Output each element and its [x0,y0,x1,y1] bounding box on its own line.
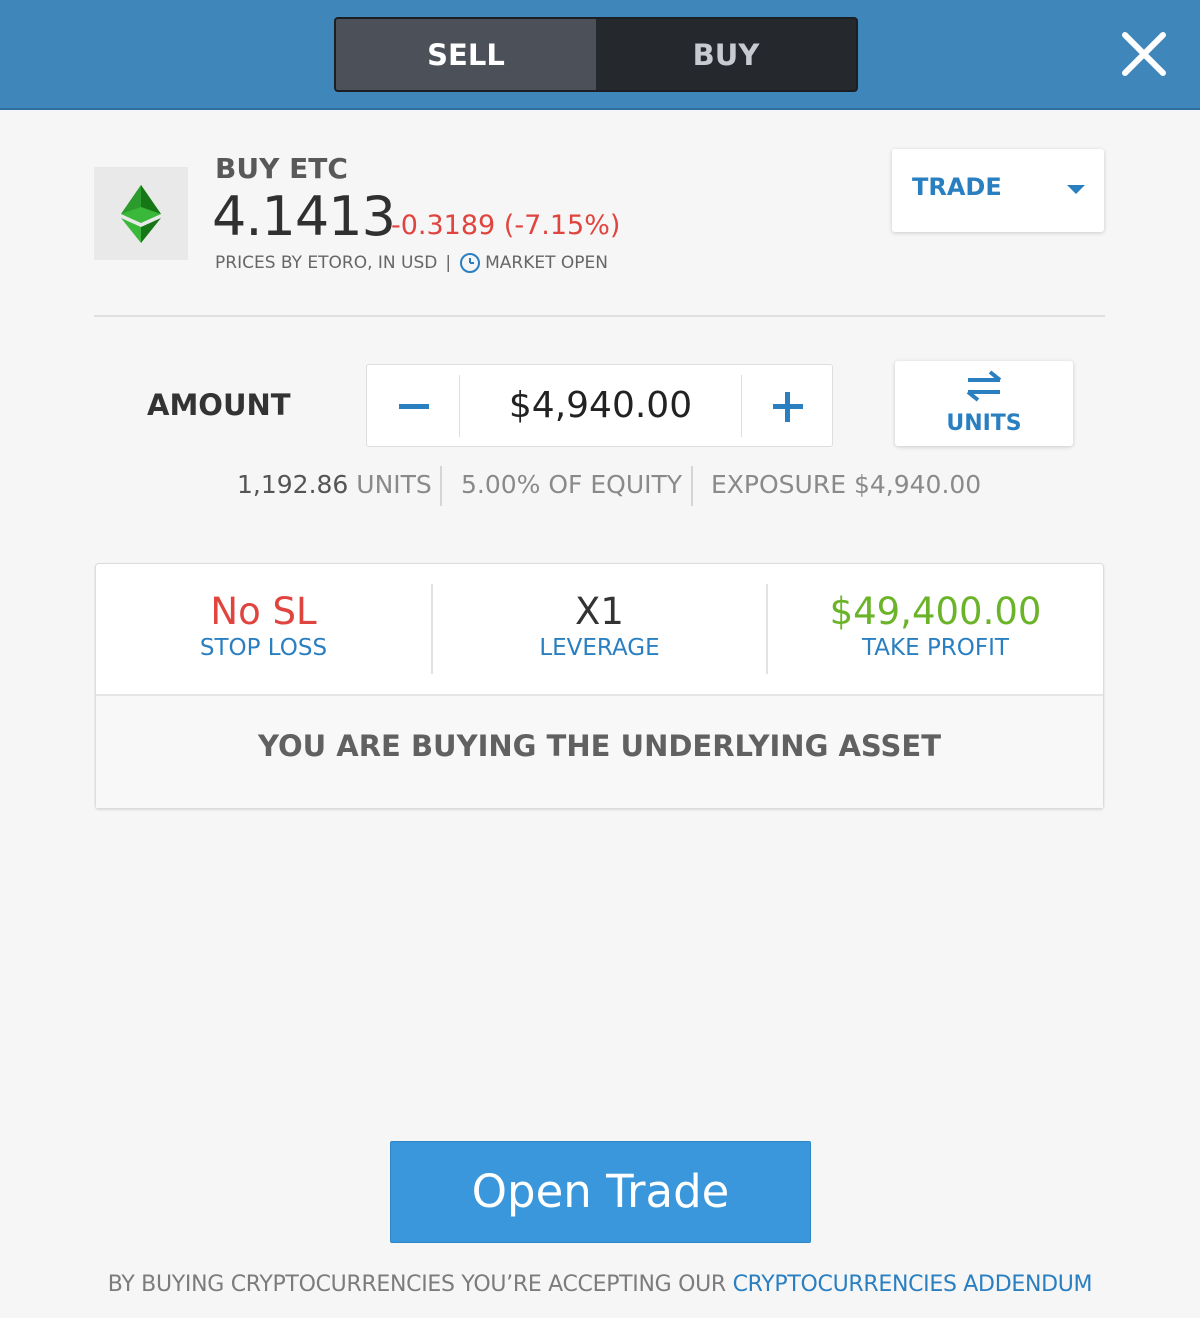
instrument-title: BUY ETC [215,152,348,185]
ethereum-classic-logo-icon [121,184,161,243]
price-meta: PRICES BY ETORO, IN USD | MARKET OPEN [215,252,608,274]
trade-mode-dropdown[interactable]: TRADE [892,149,1104,232]
chevron-down-icon [1067,185,1085,194]
units-toggle-label: UNITS [946,411,1022,436]
stop-loss-value: No SL [210,590,317,633]
take-profit-setting[interactable]: $49,400.00 TAKE PROFIT [768,564,1103,694]
amount-input[interactable] [460,365,741,446]
tab-sell[interactable]: SELL [336,19,596,90]
exposure-label: EXPOSURE [711,470,847,499]
tab-buy[interactable]: BUY [596,19,856,90]
plus-icon-vertical [785,392,790,422]
stop-loss-label: STOP LOSS [199,635,328,661]
section-divider [94,315,1105,317]
units-toggle-button[interactable]: UNITS [895,361,1073,446]
price-change: -0.3189 (-7.15%) [391,210,621,241]
close-icon [1122,32,1166,76]
summary-divider [691,466,693,506]
trade-dialog-header: SELL BUY [0,0,1200,110]
addendum-notice: BY BUYING CRYPTOCURRENCIES YOU’RE ACCEPT… [0,1272,1200,1297]
swap-arrows-icon [966,370,1002,402]
units-summary: 1,192.86 UNITS [237,470,432,499]
summary-divider [440,466,442,506]
plus-icon[interactable] [742,365,833,446]
leverage-setting[interactable]: X1 LEVERAGE [432,564,767,694]
units-label: UNITS [356,470,432,499]
leverage-value: X1 [575,590,624,633]
price-source: PRICES BY ETORO, IN USD [215,253,438,273]
trade-settings-panel: No SL STOP LOSS X1 LEVERAGE $49,400.00 T… [95,563,1104,809]
underlying-asset-note: YOU ARE BUYING THE UNDERLYING ASSET [96,696,1103,808]
units-value: 1,192.86 [237,470,349,499]
instrument-price: 4.1413 [212,185,396,248]
clock-icon [460,253,481,273]
stop-loss-setting[interactable]: No SL STOP LOSS [96,564,431,694]
addendum-text: BY BUYING CRYPTOCURRENCIES YOU’RE ACCEPT… [107,1272,726,1297]
close-button[interactable] [1118,28,1170,80]
minus-icon[interactable] [367,365,459,446]
amount-label: AMOUNT [147,388,291,422]
take-profit-value: $49,400.00 [829,590,1042,633]
addendum-link[interactable]: CRYPTOCURRENCIES ADDENDUM [733,1272,1093,1297]
sell-buy-toggle: SELL BUY [334,17,858,92]
trade-mode-label: TRADE [912,173,1002,201]
exposure-summary: EXPOSURE $4,940.00 [711,470,981,499]
market-status: MARKET OPEN [485,253,608,273]
open-trade-button[interactable]: Open Trade [390,1141,811,1243]
instrument-logo [94,167,188,260]
equity-summary: 5.00% OF EQUITY [461,470,683,499]
exposure-value: $4,940.00 [853,470,982,499]
leverage-label: LEVERAGE [539,635,660,661]
amount-stepper [366,364,833,447]
take-profit-label: TAKE PROFIT [862,635,1009,661]
meta-separator: | [445,253,452,273]
